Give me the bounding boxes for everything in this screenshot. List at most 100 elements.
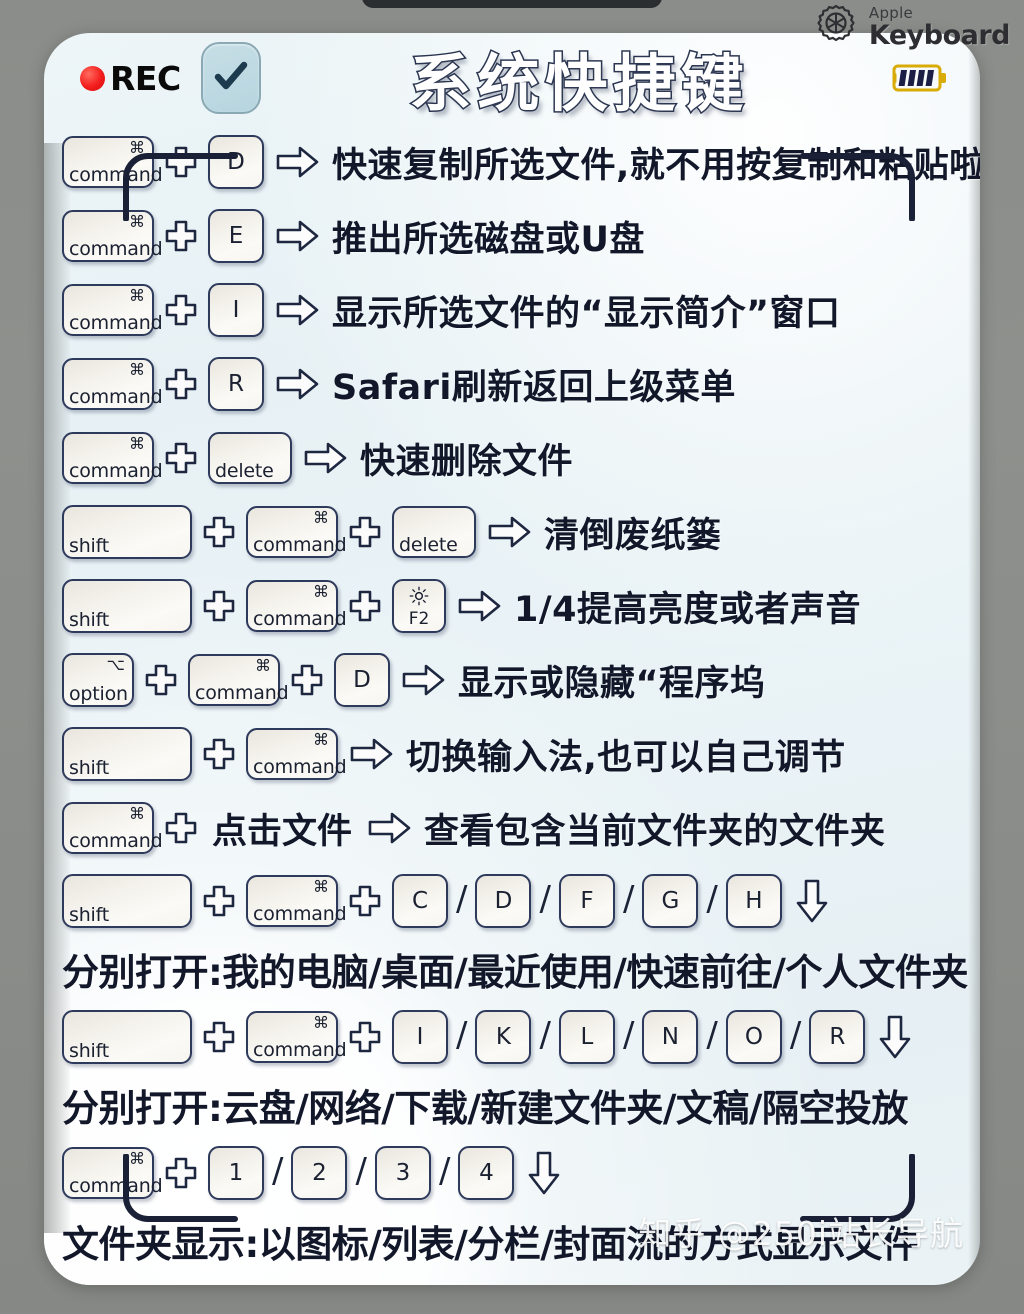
arrow-right-icon bbox=[303, 440, 349, 476]
key-3[interactable]: 3 bbox=[374, 1146, 431, 1200]
key-command[interactable]: ⌘ command bbox=[188, 654, 289, 706]
arrow-right-icon bbox=[275, 218, 321, 254]
key-label: I bbox=[416, 1024, 424, 1050]
brand-text: Apple Keyboard bbox=[869, 5, 1011, 49]
separator: / bbox=[456, 1015, 468, 1055]
plus-icon bbox=[163, 218, 199, 254]
key-label: L bbox=[580, 1024, 594, 1050]
key-f[interactable]: F bbox=[558, 874, 615, 928]
shortcut-row-shift-cmd-delete: shift ⌘ command delete 清倒废纸篓 bbox=[44, 495, 980, 569]
key-command[interactable]: ⌘ command bbox=[62, 210, 163, 262]
row-description: Safari刷新返回上级菜单 bbox=[332, 367, 736, 408]
arrow-right-icon bbox=[275, 144, 321, 180]
key-command[interactable]: ⌘ command bbox=[246, 875, 347, 927]
key-label: H bbox=[745, 888, 763, 914]
key-n[interactable]: N bbox=[642, 1010, 699, 1064]
row-mid-label: 点击文件 bbox=[212, 811, 353, 852]
rec-indicator: REC bbox=[80, 59, 181, 98]
command-symbol: ⌘ bbox=[129, 804, 145, 823]
key-label: command bbox=[253, 756, 347, 778]
key-4[interactable]: 4 bbox=[458, 1146, 515, 1200]
key-delete[interactable]: delete bbox=[208, 432, 292, 484]
key-r[interactable]: R bbox=[208, 357, 264, 411]
key-d[interactable]: D bbox=[475, 874, 532, 928]
key-delete[interactable]: delete bbox=[392, 506, 476, 558]
key-i[interactable]: I bbox=[392, 1010, 448, 1064]
key-command[interactable]: ⌘ command bbox=[246, 506, 347, 558]
key-d[interactable]: D bbox=[208, 135, 264, 189]
key-label: command bbox=[253, 1039, 347, 1061]
watermark-text: 知乎 @250i站长导航 bbox=[638, 1214, 964, 1253]
key-command[interactable]: ⌘ command bbox=[246, 580, 347, 632]
separator: / bbox=[438, 1151, 451, 1191]
key-1[interactable]: 1 bbox=[208, 1146, 264, 1200]
separator: / bbox=[622, 879, 635, 919]
shortcut-row-shift-cmd-cdfgh: shift ⌘ command C / D / F / G / H bbox=[44, 865, 980, 937]
key-option[interactable]: ⌥ option bbox=[62, 653, 134, 707]
shortcut-row-cmd-d: ⌘ command D 快速复制所选文件,就不用按复制和粘贴啦 bbox=[44, 125, 980, 199]
option-symbol: ⌥ bbox=[106, 655, 125, 674]
key-g[interactable]: G bbox=[642, 874, 699, 928]
key-command[interactable]: ⌘ command bbox=[62, 432, 163, 484]
apple-keyboard-logo: Apple Keyboard bbox=[811, 2, 1011, 52]
key-label: command bbox=[69, 460, 163, 482]
shortcut-row-cmd-e: ⌘ command E 推出所选磁盘或U盘 bbox=[44, 199, 980, 273]
key-h[interactable]: H bbox=[725, 874, 782, 928]
key-l[interactable]: L bbox=[558, 1010, 615, 1064]
key-shift[interactable]: shift bbox=[62, 874, 192, 928]
key-o[interactable]: O bbox=[725, 1010, 782, 1064]
plus-icon bbox=[163, 1155, 199, 1191]
key-label: option bbox=[69, 683, 128, 705]
key-command[interactable]: ⌘ command bbox=[246, 728, 347, 780]
shortcut-row-cmd-1234: ⌘ command 1 / 2 / 3 / 4 bbox=[44, 1137, 980, 1209]
shortcut-row-cmd-click: ⌘ command 点击文件 查看包含当前文件夹的文件夹 bbox=[44, 791, 980, 865]
key-label: command bbox=[69, 312, 163, 334]
key-shift[interactable]: shift bbox=[62, 727, 192, 781]
shortcut-card: REC 系统快捷键 ⌘ command D 快速复制所选文件,就不用按复制和粘贴… bbox=[44, 33, 980, 1285]
key-shift[interactable]: shift bbox=[62, 579, 192, 633]
command-symbol: ⌘ bbox=[313, 1013, 329, 1032]
key-e[interactable]: E bbox=[208, 209, 264, 263]
command-symbol: ⌘ bbox=[129, 138, 145, 157]
shortcut-row-shift-cmd: shift ⌘ command 切换输入法,也可以自己调节 bbox=[44, 717, 980, 791]
separator: / bbox=[789, 1015, 802, 1055]
command-symbol: ⌘ bbox=[313, 508, 329, 527]
plus-icon bbox=[347, 1019, 383, 1055]
rec-dot-icon bbox=[80, 65, 105, 91]
row-description: 快速复制所选文件,就不用按复制和粘贴啦 bbox=[332, 145, 980, 186]
key-command[interactable]: ⌘ command bbox=[62, 1147, 163, 1199]
plus-icon bbox=[201, 883, 237, 919]
key-c[interactable]: C bbox=[392, 874, 448, 928]
separator: / bbox=[355, 1151, 367, 1191]
key-command[interactable]: ⌘ command bbox=[62, 284, 163, 336]
key-i[interactable]: I bbox=[208, 283, 264, 337]
key-label: 2 bbox=[312, 1160, 327, 1186]
key-k[interactable]: K bbox=[475, 1010, 532, 1064]
check-icon bbox=[211, 56, 251, 101]
row-description: 快速删除文件 bbox=[360, 441, 574, 482]
key-label: command bbox=[195, 682, 289, 704]
key-shift[interactable]: shift bbox=[62, 505, 192, 559]
plus-icon bbox=[163, 366, 199, 402]
key-command[interactable]: ⌘ command bbox=[246, 1011, 347, 1063]
key-command[interactable]: ⌘ command bbox=[62, 358, 163, 410]
key-label: R bbox=[228, 371, 244, 397]
key-shift[interactable]: shift bbox=[62, 1010, 192, 1064]
key-f2[interactable]: F2 bbox=[392, 579, 446, 633]
key-command[interactable]: ⌘ command bbox=[62, 136, 163, 188]
row-description: 切换输入法,也可以自己调节 bbox=[406, 737, 846, 778]
separator: / bbox=[272, 1151, 284, 1191]
arrow-right-icon bbox=[367, 810, 413, 846]
key-r[interactable]: R bbox=[809, 1010, 866, 1064]
command-symbol: ⌘ bbox=[129, 212, 145, 231]
command-symbol: ⌘ bbox=[129, 434, 145, 453]
key-command[interactable]: ⌘ command bbox=[62, 802, 163, 854]
plus-icon bbox=[163, 144, 199, 180]
key-label: command bbox=[69, 164, 163, 186]
key-label: shift bbox=[69, 535, 110, 557]
key-d[interactable]: D bbox=[334, 653, 390, 707]
checkbox-toggle[interactable] bbox=[200, 42, 261, 114]
key-2[interactable]: 2 bbox=[291, 1146, 348, 1200]
key-label: shift bbox=[69, 609, 110, 631]
plus-icon bbox=[201, 588, 237, 624]
